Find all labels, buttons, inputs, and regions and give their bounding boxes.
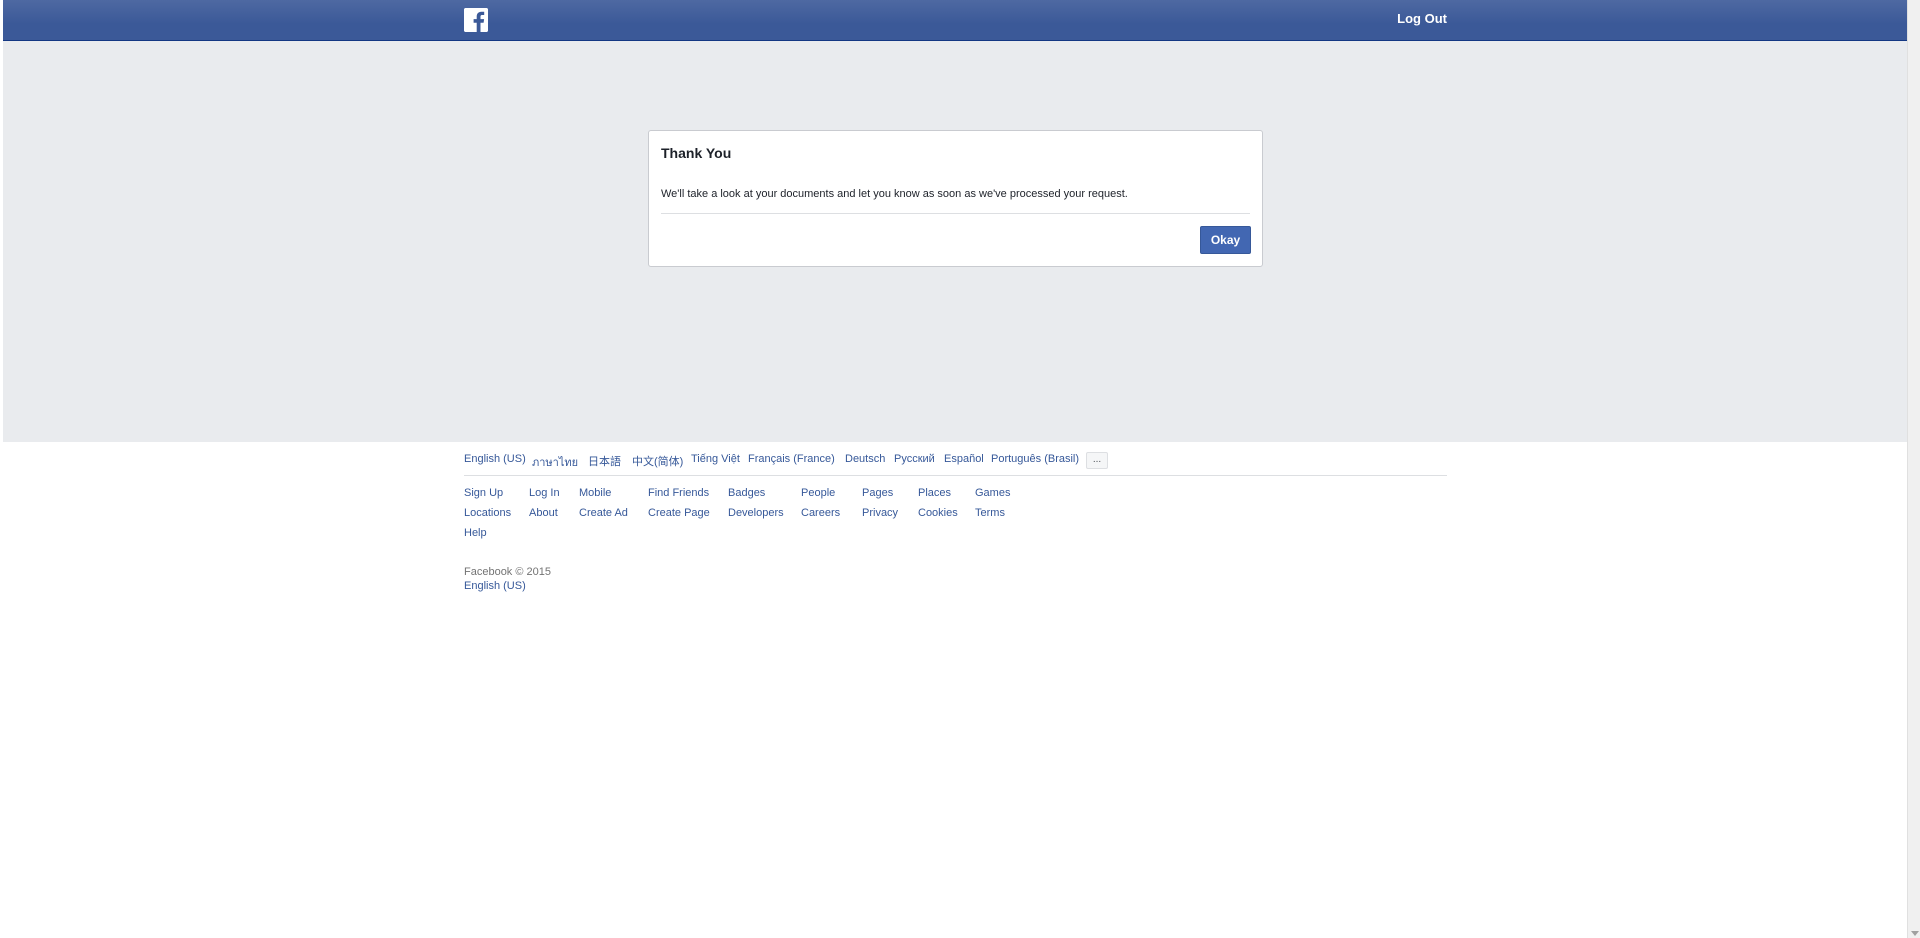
- top-navigation-bar: Log Out: [3, 0, 1907, 41]
- language-link-russian[interactable]: Русский: [894, 453, 935, 465]
- footer-link-about[interactable]: About: [529, 507, 558, 519]
- dialog-divider: [661, 213, 1250, 214]
- footer-link-sign-up[interactable]: Sign Up: [464, 487, 503, 499]
- footer-link-terms[interactable]: Terms: [975, 507, 1005, 519]
- main-content: Thank You We'll take a look at your docu…: [3, 41, 1907, 442]
- thank-you-dialog: Thank You We'll take a look at your docu…: [648, 130, 1263, 267]
- footer-link-mobile[interactable]: Mobile: [579, 487, 611, 499]
- more-languages-button[interactable]: ...: [1086, 452, 1108, 469]
- vertical-scrollbar[interactable]: [1907, 0, 1920, 938]
- footer-link-cookies[interactable]: Cookies: [918, 507, 958, 519]
- footer-link-places[interactable]: Places: [918, 487, 951, 499]
- dialog-message: We'll take a look at your documents and …: [661, 188, 1128, 200]
- footer-link-locations[interactable]: Locations: [464, 507, 511, 519]
- footer-link-find-friends[interactable]: Find Friends: [648, 487, 709, 499]
- language-link-vietnamese[interactable]: Tiếng Việt: [691, 453, 740, 465]
- okay-button[interactable]: Okay: [1200, 226, 1251, 254]
- language-link-chinese-simplified[interactable]: 中文(简体): [632, 453, 683, 469]
- footer-link-privacy[interactable]: Privacy: [862, 507, 898, 519]
- footer-link-create-ad[interactable]: Create Ad: [579, 507, 628, 519]
- top-navigation-inner: Log Out: [464, 0, 1447, 41]
- facebook-logo-icon[interactable]: [464, 8, 488, 32]
- footer-link-games[interactable]: Games: [975, 487, 1010, 499]
- language-link-french[interactable]: Français (France): [748, 453, 835, 465]
- language-link-thai[interactable]: ภาษาไทย: [532, 453, 578, 471]
- footer: English (US) ภาษาไทย 日本語 中文(简体) Tiếng Vi…: [464, 442, 1447, 592]
- language-link-english-us[interactable]: English (US): [464, 453, 526, 465]
- footer-link-pages[interactable]: Pages: [862, 487, 893, 499]
- footer-links: Sign Up Log In Mobile Find Friends Badge…: [464, 476, 1447, 548]
- language-selector-row: English (US) ภาษาไทย 日本語 中文(简体) Tiếng Vi…: [464, 442, 1447, 476]
- page: Log Out Thank You We'll take a look at y…: [3, 0, 1907, 938]
- footer-link-careers[interactable]: Careers: [801, 507, 840, 519]
- logout-link[interactable]: Log Out: [1397, 11, 1447, 26]
- current-language-link[interactable]: English (US): [464, 580, 526, 592]
- footer-link-badges[interactable]: Badges: [728, 487, 765, 499]
- language-link-german[interactable]: Deutsch: [845, 453, 885, 465]
- language-link-japanese[interactable]: 日本語: [588, 453, 621, 469]
- footer-link-developers[interactable]: Developers: [728, 507, 784, 519]
- footer-link-people[interactable]: People: [801, 487, 835, 499]
- chevron-down-icon[interactable]: [1911, 931, 1919, 936]
- copyright-text: Facebook © 2015: [464, 566, 551, 578]
- dialog-title: Thank You: [661, 145, 732, 161]
- footer-link-log-in[interactable]: Log In: [529, 487, 560, 499]
- footer-link-help[interactable]: Help: [464, 527, 487, 539]
- footer-link-create-page[interactable]: Create Page: [648, 507, 710, 519]
- language-link-portuguese-brazil[interactable]: Português (Brasil): [991, 453, 1079, 465]
- language-link-spanish[interactable]: Español: [944, 453, 984, 465]
